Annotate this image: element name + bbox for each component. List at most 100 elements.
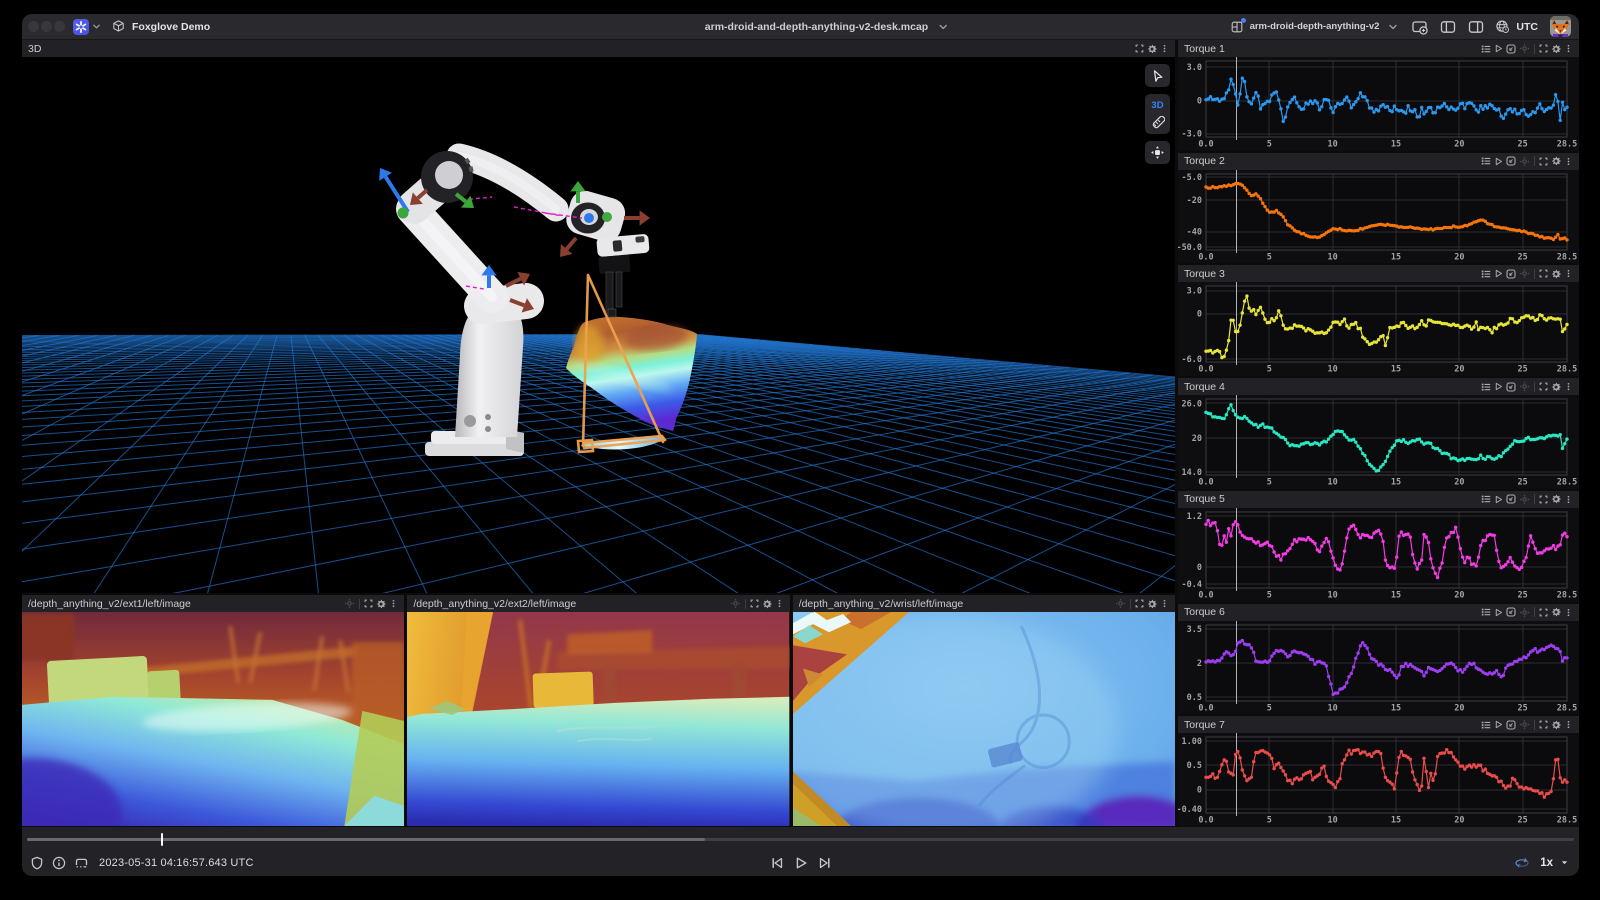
settings-icon[interactable] [1551,382,1561,392]
settings-icon[interactable] [1551,720,1561,730]
foxglove-logo[interactable] [73,19,89,35]
fullscreen-icon[interactable] [750,599,759,608]
layout-menu[interactable]: arm-droid-depth-anything-v2 [1230,20,1399,34]
legend-icon[interactable] [1481,269,1491,279]
legend-icon[interactable] [1481,494,1491,504]
fullscreen-icon[interactable] [1135,599,1144,608]
timeline-scrubber[interactable] [27,838,1574,841]
more-icon[interactable] [1564,44,1573,53]
right-sidebar-toggle[interactable] [1462,16,1490,38]
plot-chart-torque-1[interactable]: 3.00-3.00.051015202528.5 [1178,57,1579,151]
play-button[interactable] [791,852,811,874]
plot-panel-header[interactable]: Torque 3 [1178,265,1579,282]
plot-chart-torque-3[interactable]: 3.00-6.00.051015202528.5 [1178,282,1579,376]
fullscreen-icon[interactable] [1539,269,1548,278]
loop-range-button[interactable] [71,852,91,874]
panel-image-ext1-header[interactable]: /depth_anything_v2/ext1/left/image [22,595,404,612]
fullscreen-icon[interactable] [364,599,373,608]
download-data-icon[interactable] [1506,720,1516,730]
download-data-icon[interactable] [1506,382,1516,392]
move-icon[interactable] [1519,719,1530,730]
settings-icon[interactable] [1147,44,1157,54]
plot-panel-header[interactable]: Torque 6 [1178,604,1579,621]
follow-playback-icon[interactable] [1494,269,1503,278]
plot-panel-header[interactable]: Torque 4 [1178,378,1579,395]
download-data-icon[interactable] [1506,156,1516,166]
plot-chart-torque-7[interactable]: 1.000.50-0.400.051015202528.5 [1178,733,1579,827]
move-icon[interactable] [1115,598,1126,609]
follow-playback-icon[interactable] [1494,44,1503,53]
depth-image-ext2[interactable] [407,612,789,826]
source-title-button[interactable]: arm-droid-and-depth-anything-v2-desk.mca… [705,14,948,39]
follow-playback-icon[interactable] [1494,382,1503,391]
settings-icon[interactable] [762,599,772,609]
depth-image-ext1[interactable] [22,612,404,826]
more-icon[interactable] [1160,599,1169,608]
more-icon[interactable] [1564,608,1573,617]
panel-3d-header[interactable]: 3D [22,40,1175,57]
playback-speed-selector[interactable]: 1x [1540,857,1569,869]
legend-icon[interactable] [1481,607,1491,617]
move-icon[interactable] [730,598,741,609]
more-icon[interactable] [1564,720,1573,729]
panel-image-ext2-header[interactable]: /depth_anything_v2/ext2/left/image [407,595,789,612]
playback-info-button[interactable] [49,852,69,874]
seek-backward-button[interactable] [767,852,787,874]
more-icon[interactable] [775,599,784,608]
fullscreen-icon[interactable] [1539,495,1548,504]
move-icon[interactable] [1519,156,1530,167]
left-sidebar-toggle[interactable] [1434,16,1462,38]
fullscreen-icon[interactable] [1539,608,1548,617]
data-source[interactable]: Foxglove Demo [111,19,210,34]
select-tool-button[interactable] [1145,64,1170,87]
plot-panel-header[interactable]: Torque 2 [1178,153,1579,170]
move-icon[interactable] [1519,43,1530,54]
follow-playback-icon[interactable] [1494,495,1503,504]
zoom-button[interactable] [54,21,65,32]
data-integrity-button[interactable] [27,852,47,874]
download-data-icon[interactable] [1506,269,1516,279]
settings-icon[interactable] [1551,494,1561,504]
download-data-icon[interactable] [1506,494,1516,504]
legend-icon[interactable] [1481,44,1491,54]
download-data-icon[interactable] [1506,44,1516,54]
panel-image-wrist-header[interactable]: /depth_anything_v2/wrist/left/image [793,595,1175,612]
camera-controls-button[interactable] [1145,141,1170,164]
plot-panel-header[interactable]: Torque 5 [1178,491,1579,508]
depth-image-wrist[interactable] [793,612,1175,826]
measure-tool-button[interactable] [1151,114,1165,132]
plot-chart-torque-2[interactable]: -5.0-20-40-50.00.051015202528.5 [1178,170,1579,264]
timeline-playhead[interactable] [161,833,163,846]
fullscreen-icon[interactable] [1539,44,1548,53]
move-icon[interactable] [1519,381,1530,392]
more-icon[interactable] [1160,44,1169,53]
plot-chart-torque-4[interactable]: 26.02014.00.051015202528.5 [1178,395,1579,489]
more-icon[interactable] [1564,382,1573,391]
timezone-selector[interactable]: UTC [1494,19,1538,34]
follow-playback-icon[interactable] [1494,608,1503,617]
fullscreen-icon[interactable] [1135,44,1144,53]
move-icon[interactable] [1519,607,1530,618]
fullscreen-icon[interactable] [1539,157,1548,166]
plot-chart-torque-5[interactable]: 1.20-0.40.051015202528.5 [1178,508,1579,602]
follow-playback-icon[interactable] [1494,720,1503,729]
settings-icon[interactable] [1147,599,1157,609]
app-menu-caret[interactable] [92,22,101,31]
fullscreen-icon[interactable] [1539,382,1548,391]
fullscreen-icon[interactable] [1539,720,1548,729]
move-icon[interactable] [1519,268,1530,279]
plot-chart-torque-6[interactable]: 3.520.50.051015202528.5 [1178,621,1579,715]
move-icon[interactable] [1519,494,1530,505]
legend-icon[interactable] [1481,156,1491,166]
settings-icon[interactable] [1551,607,1561,617]
plot-panel-header[interactable]: Torque 7 [1178,716,1579,733]
view-mode-3d-button[interactable]: 3D [1151,96,1163,114]
more-icon[interactable] [1564,495,1573,504]
download-data-icon[interactable] [1506,607,1516,617]
settings-icon[interactable] [1551,44,1561,54]
legend-icon[interactable] [1481,720,1491,730]
scene-3d[interactable]: 3D [22,57,1175,593]
follow-playback-icon[interactable] [1494,157,1503,166]
more-icon[interactable] [1564,157,1573,166]
more-icon[interactable] [389,599,398,608]
